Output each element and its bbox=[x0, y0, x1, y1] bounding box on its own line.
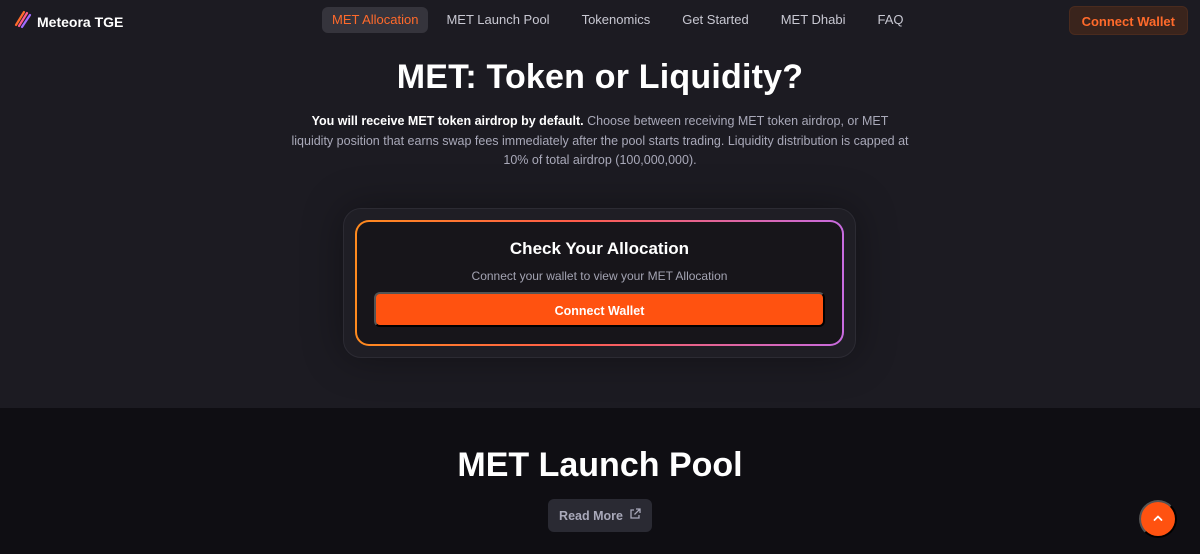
nav-met-launch-pool[interactable]: MET Launch Pool bbox=[430, 7, 565, 33]
nav-faq[interactable]: FAQ bbox=[862, 7, 920, 33]
brand-name: Meteora TGE bbox=[37, 13, 124, 30]
hero-description-strong: You will receive MET token airdrop by de… bbox=[311, 114, 584, 128]
main-nav: MET Allocation MET Launch Pool Tokenomic… bbox=[322, 7, 920, 33]
allocation-card-body: Check Your Allocation Connect your walle… bbox=[357, 222, 842, 344]
nav-get-started[interactable]: Get Started bbox=[666, 7, 764, 33]
allocation-card: Check Your Allocation Connect your walle… bbox=[355, 220, 844, 346]
chevron-up-icon bbox=[1152, 512, 1164, 527]
navbar: Meteora TGE MET Allocation MET Launch Po… bbox=[0, 0, 1200, 40]
read-more-label: Read More bbox=[559, 508, 623, 523]
external-link-icon bbox=[623, 508, 641, 523]
launch-pool-title: MET Launch Pool bbox=[457, 446, 743, 484]
allocation-connect-wallet-button[interactable]: Connect Wallet bbox=[374, 292, 825, 327]
read-more-button[interactable]: Read More bbox=[548, 499, 652, 532]
hero-description: You will receive MET token airdrop by de… bbox=[290, 112, 910, 171]
nav-met-dhabi[interactable]: MET Dhabi bbox=[765, 7, 862, 33]
allocation-card-subtitle: Connect your wallet to view your MET All… bbox=[471, 269, 728, 283]
nav-tokenomics[interactable]: Tokenomics bbox=[566, 7, 667, 33]
brand-logo[interactable]: Meteora TGE bbox=[13, 9, 123, 34]
nav-met-allocation[interactable]: MET Allocation bbox=[322, 7, 429, 33]
hero-title: MET: Token or Liquidity? bbox=[396, 58, 804, 96]
meteora-logo-icon bbox=[13, 9, 33, 34]
scroll-to-top-button[interactable] bbox=[1139, 500, 1177, 538]
allocation-card-title: Check Your Allocation bbox=[509, 239, 690, 258]
nav-connect-wallet-button[interactable]: Connect Wallet bbox=[1068, 6, 1188, 35]
